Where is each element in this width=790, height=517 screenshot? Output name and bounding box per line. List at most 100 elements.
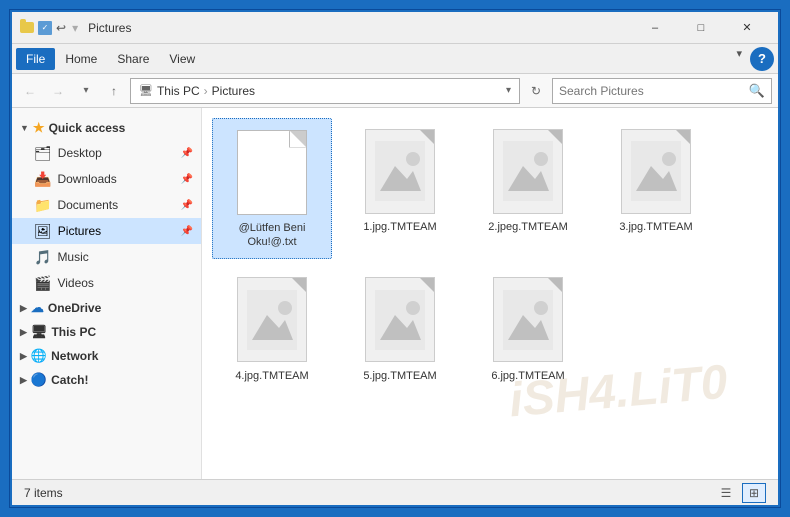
thispc-label: This PC	[51, 325, 96, 339]
catch-chevron: ▶	[20, 375, 27, 386]
sidebar-item-music[interactable]: 🎵 Music	[12, 244, 201, 270]
quick-access-header[interactable]: ▼ ★ Quick access	[12, 116, 201, 140]
pictures-folder-icon: 🖼	[34, 223, 52, 240]
sidebar-item-documents[interactable]: 📁 Documents 📌	[12, 192, 201, 218]
mini-folder-icon	[20, 22, 34, 33]
view-list-btn[interactable]: ☰	[714, 483, 738, 503]
thispc-header[interactable]: ▶ 🖥 This PC	[12, 320, 201, 344]
menu-share[interactable]: Share	[107, 48, 159, 70]
undo-icon[interactable]: ↩	[56, 21, 66, 35]
path-this-pc-label[interactable]: This PC	[157, 84, 200, 98]
network-icon: 🌐	[31, 348, 47, 364]
img-icon-1	[365, 129, 435, 214]
dropdown-nav-btn[interactable]: ▾	[74, 79, 98, 103]
catch-icon: 🔵	[31, 372, 47, 388]
search-box: 🔍	[552, 78, 772, 104]
quick-save-icon[interactable]: ✓	[38, 21, 52, 35]
up-button[interactable]: ↑	[102, 79, 126, 103]
folder-icon	[20, 21, 34, 35]
network-chevron: ▶	[20, 351, 27, 362]
img-icon-6	[493, 277, 563, 362]
title-bar: ✓ ↩ ▾ Pictures – □ ✕	[12, 12, 778, 44]
menu-file[interactable]: File	[16, 48, 55, 70]
menu-view[interactable]: View	[159, 48, 205, 70]
search-input[interactable]	[559, 84, 749, 98]
img-icon-5	[365, 277, 435, 362]
expand-ribbon-btn[interactable]: ▾	[736, 47, 742, 71]
onedrive-header[interactable]: ▶ ☁ OneDrive	[12, 296, 201, 320]
onedrive-label: OneDrive	[48, 301, 101, 315]
file-item-2[interactable]: 2.jpeg.TMTEAM	[468, 118, 588, 259]
documents-pin-icon: 📌	[181, 200, 193, 211]
explorer-window: ✓ ↩ ▾ Pictures – □ ✕ File Home Share Vie…	[10, 10, 780, 507]
path-pictures-label[interactable]: Pictures	[212, 84, 255, 98]
sidebar-item-desktop[interactable]: 🗂 Desktop 📌	[12, 140, 201, 166]
img-icon-3	[621, 129, 691, 214]
file-thumbnail-1	[360, 126, 440, 216]
quick-access-label: Quick access	[49, 121, 126, 135]
maximize-button[interactable]: □	[678, 12, 724, 44]
view-large-btn[interactable]: ⊞	[742, 483, 766, 503]
pictures-pin-icon: 📌	[181, 226, 193, 237]
item-count: 7 items	[24, 486, 63, 500]
minimize-button[interactable]: –	[632, 12, 678, 44]
file-thumbnail-6	[488, 275, 568, 365]
thispc-icon: 🖥	[31, 324, 48, 340]
file-label-6: 6.jpg.TMTEAM	[491, 369, 564, 383]
sidebar-music-label: Music	[57, 250, 88, 264]
menu-bar: File Home Share View ▾ ?	[12, 44, 778, 74]
doc-icon	[237, 130, 307, 215]
network-header[interactable]: ▶ 🌐 Network	[12, 344, 201, 368]
quick-access-chevron: ▼	[20, 123, 29, 133]
sidebar-downloads-label: Downloads	[57, 172, 116, 186]
address-bar: ← → ▾ ↑ 🖥 This PC › Pictures ▾ ↻ 🔍	[12, 74, 778, 108]
path-sep-1: ›	[204, 84, 208, 98]
file-area: iSH4.LiT0 @Lütfen Beni Oku!@.txt	[202, 108, 778, 479]
downloads-folder-icon: 📥	[34, 171, 51, 188]
sidebar-item-videos[interactable]: 🎬 Videos	[12, 270, 201, 296]
file-item-3[interactable]: 3.jpg.TMTEAM	[596, 118, 716, 259]
sidebar-desktop-label: Desktop	[58, 146, 102, 160]
back-button[interactable]: ←	[18, 79, 42, 103]
catch-label: Catch!	[51, 373, 88, 387]
file-thumbnail-2	[488, 126, 568, 216]
main-content: ▼ ★ Quick access 🗂 Desktop 📌 📥 Downloads…	[12, 108, 778, 479]
menu-home[interactable]: Home	[55, 48, 107, 70]
sidebar-item-downloads[interactable]: 📥 Downloads 📌	[12, 166, 201, 192]
address-path[interactable]: 🖥 This PC › Pictures ▾	[130, 78, 520, 104]
file-thumbnail-txt	[232, 127, 312, 217]
file-item-1[interactable]: 1.jpg.TMTEAM	[340, 118, 460, 259]
file-item-5[interactable]: 5.jpg.TMTEAM	[340, 267, 460, 391]
file-thumbnail-3	[616, 126, 696, 216]
window-title: Pictures	[88, 21, 632, 35]
forward-button[interactable]: →	[46, 79, 70, 103]
title-bar-icons: ✓ ↩ ▾	[20, 21, 80, 35]
sidebar-item-pictures[interactable]: 🖼 Pictures 📌	[12, 218, 201, 244]
documents-folder-icon: 📁	[34, 197, 51, 214]
close-button[interactable]: ✕	[724, 12, 770, 44]
downloads-pin-icon: 📌	[181, 174, 193, 185]
file-label-4: 4.jpg.TMTEAM	[235, 369, 308, 383]
network-label: Network	[51, 349, 98, 363]
file-label-5: 5.jpg.TMTEAM	[363, 369, 436, 383]
sidebar: ▼ ★ Quick access 🗂 Desktop 📌 📥 Downloads…	[12, 108, 202, 479]
img-icon-2	[493, 129, 563, 214]
refresh-button[interactable]: ↻	[524, 79, 548, 103]
window-controls: – □ ✕	[632, 12, 770, 44]
sidebar-pictures-label: Pictures	[58, 224, 101, 238]
file-item-4[interactable]: 4.jpg.TMTEAM	[212, 267, 332, 391]
onedrive-icon: ☁	[31, 300, 44, 316]
file-label-1: 1.jpg.TMTEAM	[363, 220, 436, 234]
thispc-chevron: ▶	[20, 327, 27, 338]
file-item-txt[interactable]: @Lütfen Beni Oku!@.txt	[212, 118, 332, 259]
onedrive-chevron: ▶	[20, 303, 27, 314]
catch-header[interactable]: ▶ 🔵 Catch!	[12, 368, 201, 392]
search-icon[interactable]: 🔍	[749, 83, 765, 99]
path-dropdown[interactable]: ▾	[506, 85, 511, 96]
desktop-pin-icon: 📌	[181, 148, 193, 159]
videos-folder-icon: 🎬	[34, 275, 51, 292]
help-button[interactable]: ?	[750, 47, 774, 71]
file-item-6[interactable]: 6.jpg.TMTEAM	[468, 267, 588, 391]
file-thumbnail-5	[360, 275, 440, 365]
status-bar: 7 items ☰ ⊞	[12, 479, 778, 505]
